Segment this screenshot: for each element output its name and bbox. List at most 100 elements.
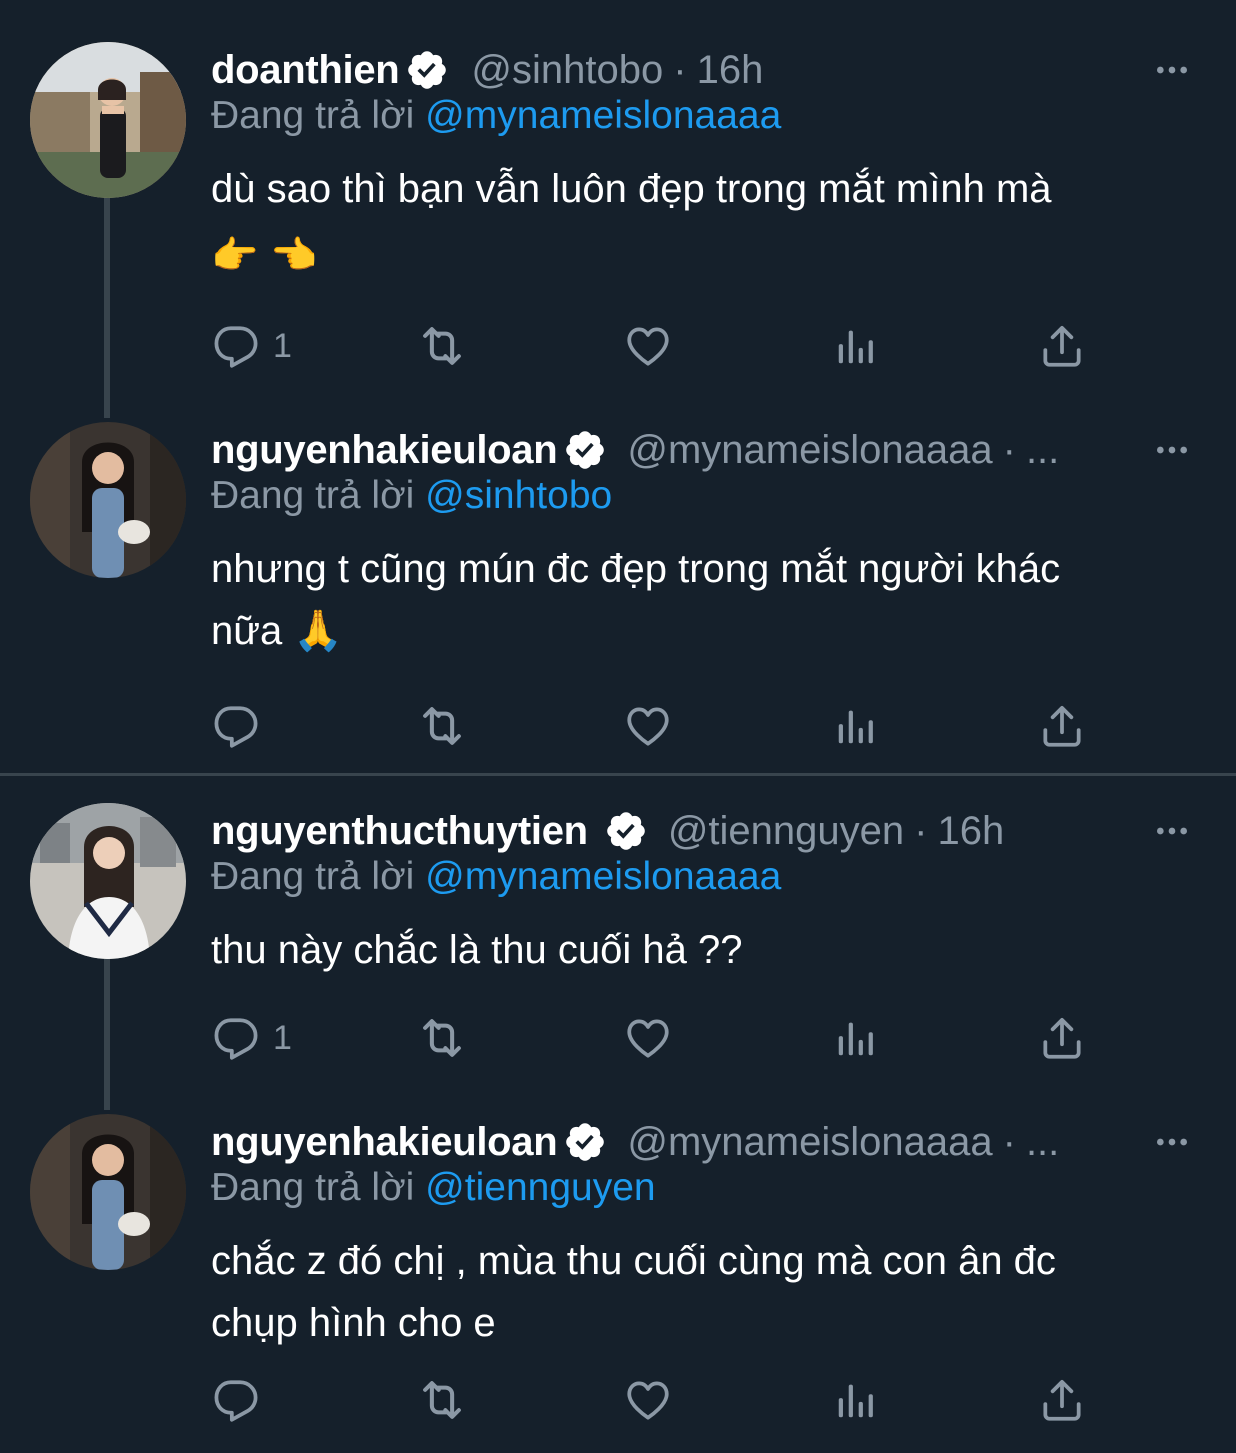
views-button[interactable] xyxy=(833,1010,879,1066)
like-button[interactable] xyxy=(623,698,673,754)
user-handle[interactable]: @tiennguyen xyxy=(668,809,904,854)
reply-button[interactable]: 1 xyxy=(211,1010,292,1066)
user-handle[interactable]: @mynameislonaaaa xyxy=(627,1120,992,1165)
retweet-icon xyxy=(415,699,469,753)
timestamp[interactable]: 16h xyxy=(697,48,764,93)
retweet-button[interactable] xyxy=(415,1372,469,1428)
tweet-text-line: chắc z đó chị , mùa thu cuối cùng mà con… xyxy=(211,1239,1056,1283)
more-icon xyxy=(1152,1122,1192,1162)
tweet[interactable]: nguyenhakieuloan @mynameislonaaaa · ... … xyxy=(0,422,1236,762)
reply-icon xyxy=(211,701,261,751)
reply-button[interactable] xyxy=(211,698,273,754)
verified-badge-icon xyxy=(563,428,607,472)
avatar[interactable] xyxy=(30,803,186,959)
tweet-text-line: nữa 🙏 xyxy=(211,609,344,653)
replying-label: Đang trả lời xyxy=(211,855,415,898)
more-options-button[interactable] xyxy=(1148,46,1196,94)
views-button[interactable] xyxy=(833,698,879,754)
tweet-header: nguyenhakieuloan @mynameislonaaaa · ... xyxy=(211,422,1059,478)
share-icon xyxy=(1037,701,1087,751)
avatar[interactable] xyxy=(30,42,186,198)
retweet-icon xyxy=(415,1011,469,1065)
views-icon xyxy=(833,703,879,749)
replying-label: Đang trả lời xyxy=(211,474,415,517)
tweet-actions xyxy=(211,1372,1111,1428)
tweet-text: chắc z đó chị , mùa thu cuối cùng mà con… xyxy=(211,1230,1201,1354)
verified-badge-icon xyxy=(604,809,648,853)
timestamp[interactable]: 16h xyxy=(937,809,1004,854)
timestamp[interactable]: ... xyxy=(1026,1120,1059,1165)
separator: · xyxy=(673,47,687,92)
replying-to: Đang trả lời @sinhtobo xyxy=(211,474,612,518)
views-icon xyxy=(833,1377,879,1423)
tweet-header: nguyenhakieuloan @mynameislonaaaa · ... xyxy=(211,1114,1059,1170)
retweet-button[interactable] xyxy=(415,318,469,374)
display-name[interactable]: doanthien xyxy=(211,48,400,93)
retweet-button[interactable] xyxy=(415,698,469,754)
mention-link[interactable]: @mynameislonaaaa xyxy=(425,94,781,137)
user-handle[interactable]: @mynameislonaaaa xyxy=(627,428,992,473)
mention-link[interactable]: @mynameislonaaaa xyxy=(425,855,781,898)
share-icon xyxy=(1037,1013,1087,1063)
verified-badge-icon xyxy=(563,1120,607,1164)
views-button[interactable] xyxy=(833,1372,879,1428)
verified-badge-icon xyxy=(405,48,449,92)
tweet-text-line: nhưng t cũng mún đc đẹp trong mắt người … xyxy=(211,547,1061,591)
like-button[interactable] xyxy=(623,1010,673,1066)
share-button[interactable] xyxy=(1037,318,1087,374)
mention-link[interactable]: @tiennguyen xyxy=(425,1166,655,1209)
share-button[interactable] xyxy=(1037,698,1087,754)
share-button[interactable] xyxy=(1037,1372,1087,1428)
display-name[interactable]: nguyenhakieuloan xyxy=(211,428,558,473)
mention-link[interactable]: @sinhtobo xyxy=(425,474,612,517)
reply-icon xyxy=(211,1013,261,1063)
tweet-text-line: dù sao thì bạn vẫn luôn đẹp trong mắt mì… xyxy=(211,167,1052,211)
share-button[interactable] xyxy=(1037,1010,1087,1066)
display-name[interactable]: nguyenhakieuloan xyxy=(211,1120,558,1165)
tweet-header: doanthien @sinhtobo · 16h xyxy=(211,42,763,98)
tweet-actions: 1 xyxy=(211,318,1111,374)
separator: · xyxy=(1002,427,1016,472)
more-options-button[interactable] xyxy=(1148,426,1196,474)
like-button[interactable] xyxy=(623,318,673,374)
replying-label: Đang trả lời xyxy=(211,94,415,137)
reply-count: 1 xyxy=(273,326,292,365)
more-icon xyxy=(1152,50,1192,90)
user-handle[interactable]: @sinhtobo xyxy=(471,48,663,93)
tweet[interactable]: nguyenhakieuloan @mynameislonaaaa · ... … xyxy=(0,1114,1236,1444)
reply-count: 1 xyxy=(273,1018,292,1057)
replying-to: Đang trả lời @mynameislonaaaa xyxy=(211,855,781,899)
tweet[interactable]: doanthien @sinhtobo · 16h Đang trả lời @… xyxy=(0,42,1236,382)
tweet-text-line: chụp hình cho e xyxy=(211,1301,496,1345)
tweet-text: thu này chắc là thu cuối hả ?? xyxy=(211,919,1201,981)
views-button[interactable] xyxy=(833,318,879,374)
avatar[interactable] xyxy=(30,1114,186,1270)
more-options-button[interactable] xyxy=(1148,807,1196,855)
heart-icon xyxy=(623,1013,673,1063)
display-name[interactable]: nguyenthucthuytien xyxy=(211,809,588,854)
more-options-button[interactable] xyxy=(1148,1118,1196,1166)
retweet-button[interactable] xyxy=(415,1010,469,1066)
tweet-header: nguyenthucthuytien @tiennguyen · 16h xyxy=(211,803,1004,859)
views-icon xyxy=(833,323,879,369)
timestamp[interactable]: ... xyxy=(1026,428,1059,473)
tweet-actions xyxy=(211,698,1111,754)
more-icon xyxy=(1152,430,1192,470)
share-icon xyxy=(1037,321,1087,371)
reply-button[interactable] xyxy=(211,1372,273,1428)
replying-label: Đang trả lời xyxy=(211,1166,415,1209)
like-button[interactable] xyxy=(623,1372,673,1428)
avatar[interactable] xyxy=(30,422,186,578)
separator: · xyxy=(914,808,928,853)
tweet-text: nhưng t cũng mún đc đẹp trong mắt người … xyxy=(211,538,1201,662)
heart-icon xyxy=(623,1375,673,1425)
retweet-icon xyxy=(415,1373,469,1427)
tweet-text-line: thu này chắc là thu cuối hả ?? xyxy=(211,928,743,972)
separator: · xyxy=(1002,1119,1016,1164)
retweet-icon xyxy=(415,319,469,373)
reply-icon xyxy=(211,321,261,371)
tweet[interactable]: nguyenthucthuytien @tiennguyen · 16h Đan… xyxy=(0,803,1236,1083)
conversation-divider xyxy=(0,773,1236,776)
views-icon xyxy=(833,1015,879,1061)
reply-button[interactable]: 1 xyxy=(211,318,292,374)
